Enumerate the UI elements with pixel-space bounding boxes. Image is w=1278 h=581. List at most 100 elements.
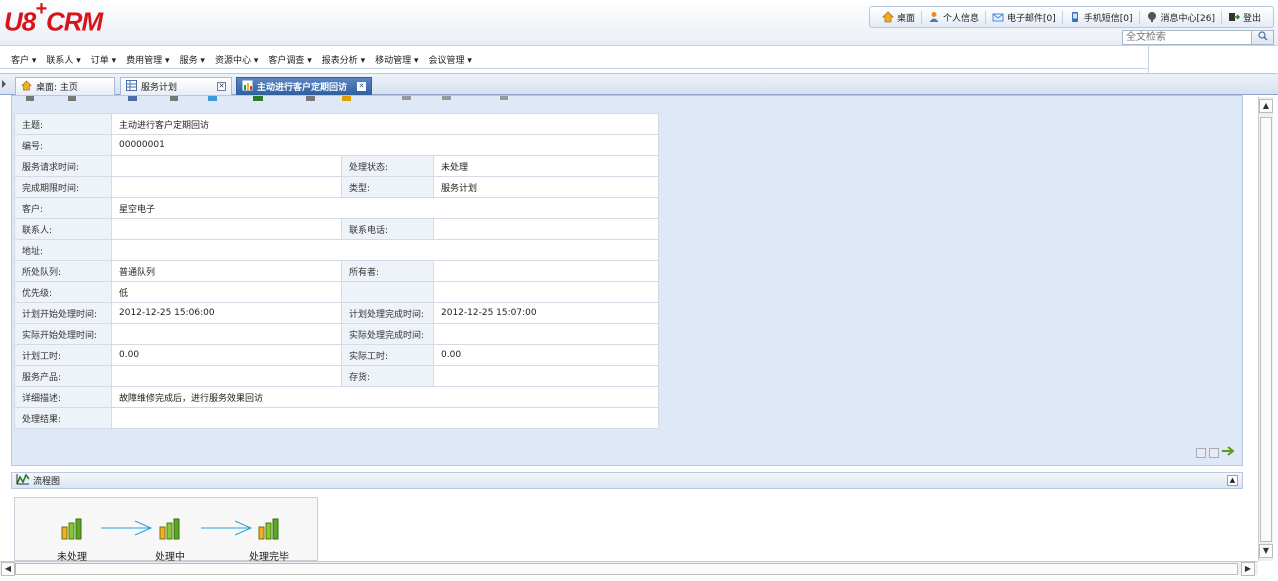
close-icon[interactable]: ✕ [217, 82, 226, 91]
menu-contact[interactable]: 联系人 ▾ [41, 53, 85, 66]
logout-icon [1228, 11, 1241, 23]
contact-label: 联系人: [14, 218, 112, 240]
actual-start-label: 实际开始处理时间: [14, 323, 112, 345]
form-row-customer: 客户: 星空电子 [14, 197, 659, 219]
menu-expense[interactable]: 费用管理 ▾ [121, 53, 174, 66]
owner-value [433, 260, 659, 282]
scroll-left-icon[interactable]: ◀ [1, 562, 15, 576]
customer-value[interactable]: 星空电子 [111, 197, 659, 219]
flow-panel-header: 流程图 ▲ [11, 472, 1243, 489]
next-arrow-icon[interactable] [1222, 446, 1236, 459]
form-row-plan-time: 计划开始处理时间: 2012-12-25 15:06:00 计划处理完成时间: … [14, 302, 659, 324]
form-row-number: 编号: 00000001 [14, 134, 659, 156]
detail-value: 故障维修完成后，进行服务效果回访 [111, 386, 659, 408]
menu-customer[interactable]: 客户 ▾ [6, 53, 41, 66]
status-value: 未处理 [433, 155, 659, 177]
home-icon [21, 80, 32, 94]
main-menu: 客户 ▾ 联系人 ▾ 订单 ▾ 费用管理 ▾ 服务 ▾ 资源中心 ▾ 客户调查 … [0, 51, 1148, 69]
tab-scroll-arrow-icon[interactable] [2, 80, 6, 88]
menu-service[interactable]: 服务 ▾ [175, 53, 210, 66]
queue-label: 所处队列: [14, 260, 112, 282]
detail-panel: 主题: 主动进行客户定期回访 编号: 00000001 服务请求时间: 处理状态… [11, 95, 1243, 466]
scroll-right-icon[interactable]: ▶ [1241, 562, 1255, 576]
priority-spacer-value [433, 281, 659, 303]
message-center-icon [1146, 11, 1158, 23]
vertical-scrollbar[interactable]: ▲ ▼ [1258, 97, 1273, 561]
table-icon [126, 79, 137, 94]
collapse-up-icon[interactable]: ▲ [1227, 475, 1238, 486]
sms-link[interactable]: 手机短信[0] [1063, 10, 1140, 24]
scroll-down-icon[interactable]: ▼ [1259, 544, 1273, 558]
top-links: 桌面 个人信息 电子邮件[0] 手机短信[0] 消息中心[26] 登出 [868, 6, 1274, 28]
actual-start-value [111, 323, 342, 345]
tab-active-visit[interactable]: 主动进行客户定期回访 ✕ [236, 77, 372, 95]
mail-icon [992, 11, 1004, 23]
scroll-up-icon[interactable]: ▲ [1259, 99, 1273, 113]
deadline-label: 完成期限时间: [14, 176, 112, 198]
search-icon [1257, 31, 1268, 44]
address-label: 地址: [14, 239, 112, 261]
actual-hours-value: 0.00 [433, 344, 659, 366]
message-center-link[interactable]: 消息中心[26] [1140, 10, 1222, 24]
menu-meeting[interactable]: 会议管理 ▾ [424, 53, 477, 66]
personal-info-link[interactable]: 个人信息 [922, 10, 986, 24]
menu-order[interactable]: 订单 ▾ [86, 53, 121, 66]
email-link[interactable]: 电子邮件[0] [986, 10, 1063, 24]
number-label: 编号: [14, 134, 112, 156]
expand-icon[interactable] [1196, 447, 1206, 458]
form-row-hours: 计划工时: 0.00 实际工时: 0.00 [14, 344, 659, 366]
type-value: 服务计划 [433, 176, 659, 198]
toolbar-strip [12, 96, 1242, 104]
form-row-subject: 主题: 主动进行客户定期回访 [14, 113, 659, 135]
subject-label: 主题: [14, 113, 112, 135]
contact-value [111, 218, 342, 240]
result-label: 处理结果: [14, 407, 112, 429]
form-row-product: 服务产品: 存货: [14, 365, 659, 387]
form-row-detail: 详细描述: 故障维修完成后，进行服务效果回访 [14, 386, 659, 408]
pager-controls [1196, 446, 1236, 459]
request-time-value [111, 155, 342, 177]
flow-title: 流程图 [33, 477, 61, 487]
tab-bar: 桌面: 主页 服务计划 ✕ 主动进行客户定期回访 ✕ [0, 73, 1278, 95]
service-form: 主题: 主动进行客户定期回访 编号: 00000001 服务请求时间: 处理状态… [14, 113, 659, 429]
search-input[interactable] [1123, 31, 1251, 44]
priority-label: 优先级: [14, 281, 112, 303]
owner-label: 所有者: [341, 260, 434, 282]
vertical-scroll-thumb[interactable] [1260, 117, 1272, 542]
inventory-value [433, 365, 659, 387]
menu-mobile[interactable]: 移动管理 ▾ [370, 53, 423, 66]
flow-panel: 未处理 处理中 处理完毕 [11, 489, 1243, 563]
tab-service-plan[interactable]: 服务计划 ✕ [120, 77, 232, 95]
search-button[interactable] [1251, 31, 1273, 44]
actual-end-value [433, 323, 659, 345]
result-value [111, 407, 659, 429]
tab-desktop-home[interactable]: 桌面: 主页 [15, 77, 115, 95]
flow-node-icon [258, 518, 280, 540]
horizontal-scroll-thumb[interactable] [15, 563, 1238, 575]
chart-icon [242, 80, 253, 94]
plan-end-label: 计划处理完成时间: [341, 302, 434, 324]
logout-link[interactable]: 登出 [1222, 11, 1267, 24]
queue-value: 普通队列 [111, 260, 342, 282]
menubar-right-area [1148, 46, 1278, 73]
request-time-label: 服务请求时间: [14, 155, 112, 177]
flow-arrow-icon [201, 520, 253, 536]
close-icon[interactable]: ✕ [357, 82, 366, 91]
status-label: 处理状态: [341, 155, 434, 177]
form-row-address: 地址: [14, 239, 659, 261]
form-row-result: 处理结果: [14, 407, 659, 429]
flow-node-icon [159, 518, 181, 540]
desktop-link[interactable]: 桌面 [876, 10, 922, 24]
type-label: 类型: [341, 176, 434, 198]
menu-resource-center[interactable]: 资源中心 ▾ [210, 53, 263, 66]
horizontal-scrollbar[interactable]: ◀ ▶ [0, 561, 1258, 576]
subject-value: 主动进行客户定期回访 [111, 113, 659, 135]
menu-report-analysis[interactable]: 报表分析 ▾ [317, 53, 370, 66]
customer-label: 客户: [14, 197, 112, 219]
minus-icon[interactable] [1209, 447, 1219, 458]
menu-customer-survey[interactable]: 客户调查 ▾ [263, 53, 316, 66]
plan-hours-label: 计划工时: [14, 344, 112, 366]
plan-start-value: 2012-12-25 15:06:00 [111, 302, 342, 324]
plan-hours-value: 0.00 [111, 344, 342, 366]
flow-diagram: 未处理 处理中 处理完毕 [14, 497, 318, 563]
